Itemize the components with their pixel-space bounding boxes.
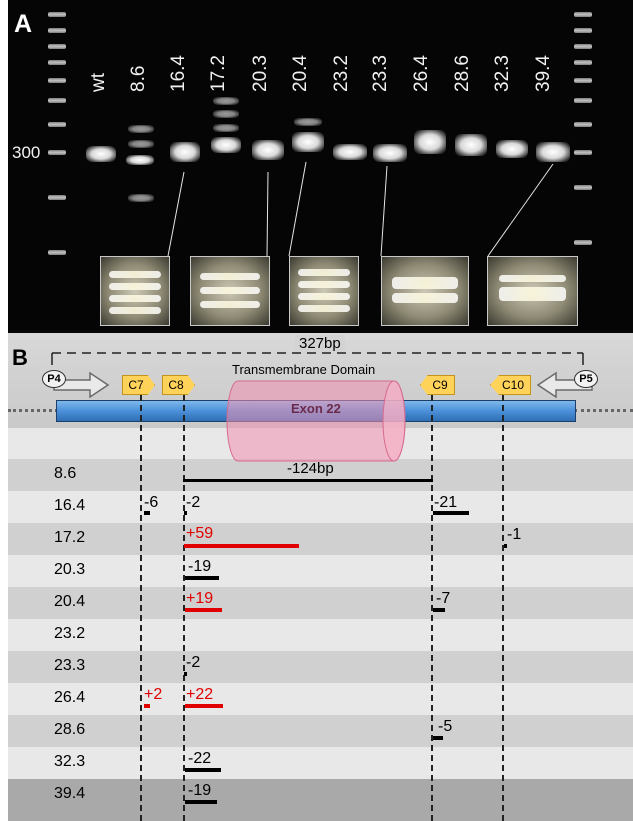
mutation-bar [433,736,443,740]
mutation-bar [185,576,219,580]
mutation-label: -7 [436,590,451,607]
row-sample-name: 23.3 [54,657,86,674]
mutation-bar [184,544,299,548]
table-row: 20.4 +19 -7 [8,587,633,619]
mutation-label: -2 [186,494,201,511]
mutation-bar [433,511,469,515]
mutation-bar [433,608,445,612]
schematic-panel: B 327bp Transmembrane Domain P4 P5 C7 C8… [8,333,633,821]
row-sample-name: 28.6 [54,721,86,738]
mutation-label: -2 [186,654,201,671]
deletion-bar [183,479,433,482]
mutation-bar [185,608,222,612]
table-row: 17.2 +59 -1 [8,523,633,555]
deletion-size-label: -124bp [287,460,334,477]
mutation-label: -22 [188,750,212,767]
row-sample-name: 23.2 [54,625,86,642]
row-sample-name: 32.3 [54,753,86,770]
mutation-label: +2 [144,686,163,703]
mutation-bar [185,768,221,772]
gene-line-right [574,409,633,414]
table-row: 28.6 -5 [8,715,633,747]
table-row: 39.4 -19 [8,779,633,811]
table-row: 23.2 [8,619,633,651]
amplicon-size-label: 327bp [295,335,345,352]
row-sample-name: 17.2 [54,529,86,546]
row-sample-name: 20.4 [54,593,86,610]
mutation-bar [144,511,150,515]
mutation-label: +22 [186,686,214,703]
mutation-label: -19 [188,782,212,799]
mutation-label: -19 [188,558,212,575]
mutation-bar [184,672,187,676]
mutation-bar [185,800,217,804]
zoom-inset [487,256,578,326]
mutation-bar [185,704,223,708]
zoom-inset [289,256,359,326]
zoom-inset [381,256,469,326]
exon-label: Exon 22 [291,401,341,416]
row-sample-name: 20.3 [54,561,86,578]
primer-p4: P4 [42,370,66,388]
mutation-label: -6 [144,494,159,511]
gel-panel: A 300 wt 8.6 16.4 17.2 20.3 20.4 23.2 23… [8,0,633,333]
row-sample-name: 8.6 [54,465,77,482]
primer-p5: P5 [574,370,598,388]
mutation-bar [504,544,507,548]
zoom-inset [100,256,170,326]
tm-domain-label: Transmembrane Domain [232,362,376,377]
row-sample-name: 26.4 [54,689,86,706]
mutation-label: -1 [507,526,522,543]
table-row: 20.3 -19 [8,555,633,587]
table-row: 32.3 -22 [8,747,633,779]
mutation-bar [184,511,187,515]
mutation-label: +59 [186,525,214,542]
mutation-bar [144,704,150,708]
tm-domain-cylinder [226,380,406,462]
table-row: 23.3 -2 [8,651,633,683]
mutation-label: -5 [438,718,453,735]
row-sample-name: 16.4 [54,497,86,514]
row-sample-name: 39.4 [54,785,86,802]
mutation-label: +19 [186,590,214,607]
zoom-inset [190,256,270,326]
table-row: 16.4 -6 -2 -21 [8,491,633,523]
table-row: 26.4 +2 +22 [8,683,633,715]
mutation-label: -21 [434,494,458,511]
gene-line-left [8,409,58,414]
table-row: 8.6 -124bp [8,459,633,491]
